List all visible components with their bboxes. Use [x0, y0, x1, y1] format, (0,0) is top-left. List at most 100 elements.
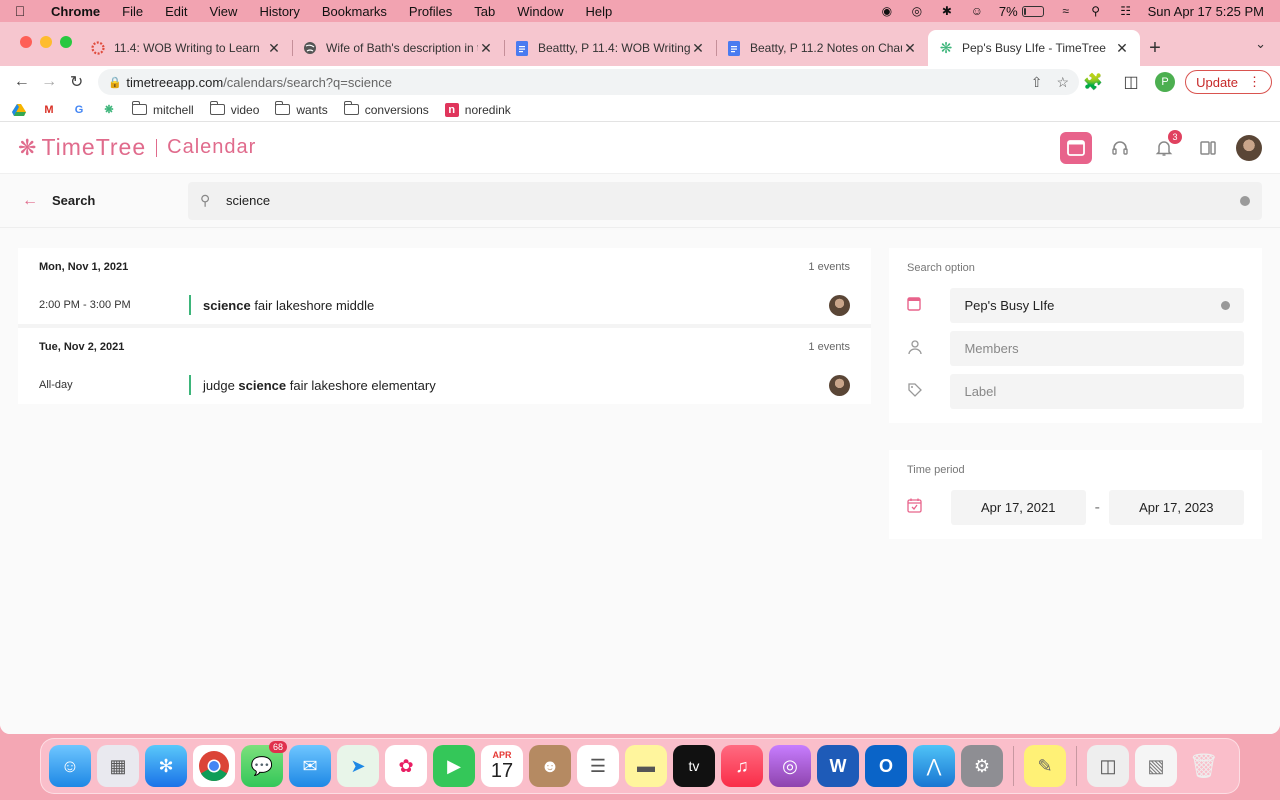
mail-icon[interactable]: ✉ — [289, 745, 331, 787]
bookmark-star-icon[interactable]: ☆ — [1057, 74, 1070, 91]
search-back-button[interactable]: ← Search — [0, 192, 188, 210]
tab-timetree[interactable]: ❋ Pep's Busy LIfe - TimeTree ✕ — [928, 30, 1140, 66]
notes-icon[interactable]: ▬ — [625, 745, 667, 787]
new-tab-icon[interactable]: + — [1140, 30, 1170, 66]
period-end-field[interactable]: Apr 17, 2023 — [1108, 490, 1245, 525]
menu-tab[interactable]: Tab — [463, 4, 506, 19]
event-row[interactable]: 2:00 PM - 3:00 PM science fair lakeshore… — [18, 286, 871, 324]
extensions-icon[interactable]: 🧩 — [1079, 68, 1107, 96]
menu-view[interactable]: View — [198, 4, 248, 19]
notifications-button[interactable]: 3 — [1148, 129, 1182, 164]
word-icon[interactable]: W — [817, 745, 859, 787]
members-field[interactable]: Members — [950, 331, 1244, 366]
app-store-icon[interactable]: ⋀ — [913, 745, 955, 787]
menu-help[interactable]: Help — [575, 4, 624, 19]
clear-calendar-icon[interactable] — [1221, 301, 1230, 310]
photos-icon[interactable]: ✿ — [385, 745, 427, 787]
menu-bookmarks[interactable]: Bookmarks — [311, 4, 398, 19]
menu-history[interactable]: History — [248, 4, 310, 19]
system-preferences-icon[interactable]: ⚙ — [961, 745, 1003, 787]
timetree-logo[interactable]: ❋ TimeTree Calendar — [18, 134, 256, 161]
archive-file-icon[interactable]: ◫ — [1087, 745, 1129, 787]
tab-search-chevron-icon[interactable]: ⌄ — [1255, 36, 1266, 52]
bookmark-folder-mitchell[interactable]: mitchell — [132, 101, 194, 117]
downloads-stack-icon[interactable]: ▧ — [1135, 745, 1177, 787]
apple-menu-icon[interactable]:  — [0, 3, 40, 19]
grammarly-icon[interactable]: ◉ — [879, 4, 895, 18]
bluetooth-icon[interactable]: ✱ — [939, 4, 955, 18]
bookmark-drive[interactable] — [12, 103, 26, 117]
podcasts-icon[interactable]: ◎ — [769, 745, 811, 787]
music-icon[interactable]: ♫ — [721, 745, 763, 787]
profile-avatar[interactable]: P — [1155, 72, 1176, 92]
bookmark-timetree[interactable]: ❋ — [102, 103, 116, 117]
tab-beattty-wob[interactable]: Beattty, P 11.4: WOB Writing to ✕ — [504, 30, 716, 66]
reminders-icon[interactable]: ☰ — [577, 745, 619, 787]
share-icon[interactable]: ⇧ — [1031, 74, 1043, 91]
update-button[interactable]: Update ⋮ — [1185, 70, 1273, 94]
contacts-icon[interactable]: ☻ — [529, 745, 571, 787]
spotlight-icon[interactable]: ⚲ — [1088, 4, 1104, 18]
close-window-button[interactable] — [20, 36, 32, 48]
safari-icon[interactable]: ✻ — [145, 745, 187, 787]
calendar-app-icon[interactable]: APR 17 — [481, 745, 523, 787]
bookmark-google[interactable]: G — [72, 103, 86, 117]
bookmark-folder-wants[interactable]: wants — [275, 101, 328, 117]
menu-window[interactable]: Window — [506, 4, 574, 19]
bookmark-folder-video[interactable]: video — [209, 101, 259, 117]
forward-icon[interactable]: → — [35, 68, 62, 96]
close-tab-icon[interactable]: ✕ — [266, 40, 282, 57]
trash-icon[interactable]: 🗑 — [1183, 745, 1225, 787]
clock[interactable]: Sun Apr 17 5:25 PM — [1148, 4, 1264, 19]
airdrop-icon[interactable]: ◎ — [909, 4, 925, 18]
event-row[interactable]: All-day judge science fair lakeshore ele… — [18, 366, 871, 404]
user-avatar[interactable] — [1236, 134, 1262, 161]
event-member-avatar — [829, 374, 850, 396]
lock-icon[interactable]: 🔒 — [108, 76, 126, 89]
bookmark-label: wants — [296, 102, 328, 117]
search-input[interactable]: ⚲ science — [188, 181, 1262, 220]
control-center-icon[interactable]: ☷ — [1118, 4, 1134, 18]
reload-icon[interactable]: ↻ — [63, 68, 90, 96]
side-panel-icon[interactable]: ◫ — [1117, 68, 1145, 96]
clear-search-icon[interactable] — [1240, 195, 1250, 206]
back-icon[interactable]: ← — [8, 68, 35, 96]
chrome-icon[interactable] — [193, 745, 235, 787]
tab-wob-writing[interactable]: 11.4: WOB Writing to Learn ✕ — [80, 30, 292, 66]
wifi-icon[interactable]: ≈ — [1058, 4, 1074, 18]
calendar-check-icon — [907, 498, 951, 517]
close-tab-icon[interactable]: ✕ — [690, 40, 706, 57]
period-start-field[interactable]: Apr 17, 2021 — [950, 490, 1086, 525]
tab-beatty-chaucer[interactable]: Beatty, P 11.2 Notes on Chauce ✕ — [716, 30, 928, 66]
menu-app-name[interactable]: Chrome — [40, 4, 111, 19]
label-field[interactable]: Label — [950, 374, 1244, 409]
calendar-view-button[interactable] — [1060, 131, 1092, 164]
finder-icon[interactable]: ☺ — [49, 745, 91, 787]
battery-indicator[interactable]: 7% — [999, 4, 1044, 19]
menu-profiles[interactable]: Profiles — [398, 4, 463, 19]
minimize-window-button[interactable] — [40, 36, 52, 48]
sidebar-toggle-button[interactable] — [1192, 132, 1224, 164]
support-button[interactable] — [1104, 132, 1136, 164]
close-tab-icon[interactable]: ✕ — [478, 40, 494, 57]
close-tab-icon[interactable]: ✕ — [902, 40, 918, 57]
zoom-window-button[interactable] — [60, 36, 72, 48]
facetime-icon[interactable]: ▶ — [433, 745, 475, 787]
launchpad-icon[interactable]: ▦ — [97, 745, 139, 787]
maps-icon[interactable]: ➤ — [337, 745, 379, 787]
bookmark-gmail[interactable]: M — [42, 103, 56, 117]
messages-icon[interactable]: 💬 68 — [241, 741, 287, 787]
outlook-icon[interactable]: O — [865, 745, 907, 787]
calendar-select[interactable]: Pep's Busy LIfe — [950, 288, 1244, 323]
stickies-icon[interactable]: ✎ — [1024, 745, 1066, 787]
tabs: 11.4: WOB Writing to Learn ✕ Wife of Bat… — [80, 30, 1140, 66]
menu-edit[interactable]: Edit — [154, 4, 198, 19]
tab-wife-of-bath[interactable]: Wife of Bath's description in th ✕ — [292, 30, 504, 66]
address-bar[interactable]: 🔒 timetreeapp.com/calendars/search?q=sci… — [98, 69, 1080, 95]
close-tab-icon[interactable]: ✕ — [1114, 40, 1130, 57]
bookmark-folder-conversions[interactable]: conversions — [343, 101, 429, 117]
apple-tv-icon[interactable]: tv — [673, 745, 715, 787]
bookmark-noredink[interactable]: n noredink — [444, 102, 511, 117]
user-icon[interactable]: ☺ — [969, 4, 985, 18]
menu-file[interactable]: File — [111, 4, 154, 19]
